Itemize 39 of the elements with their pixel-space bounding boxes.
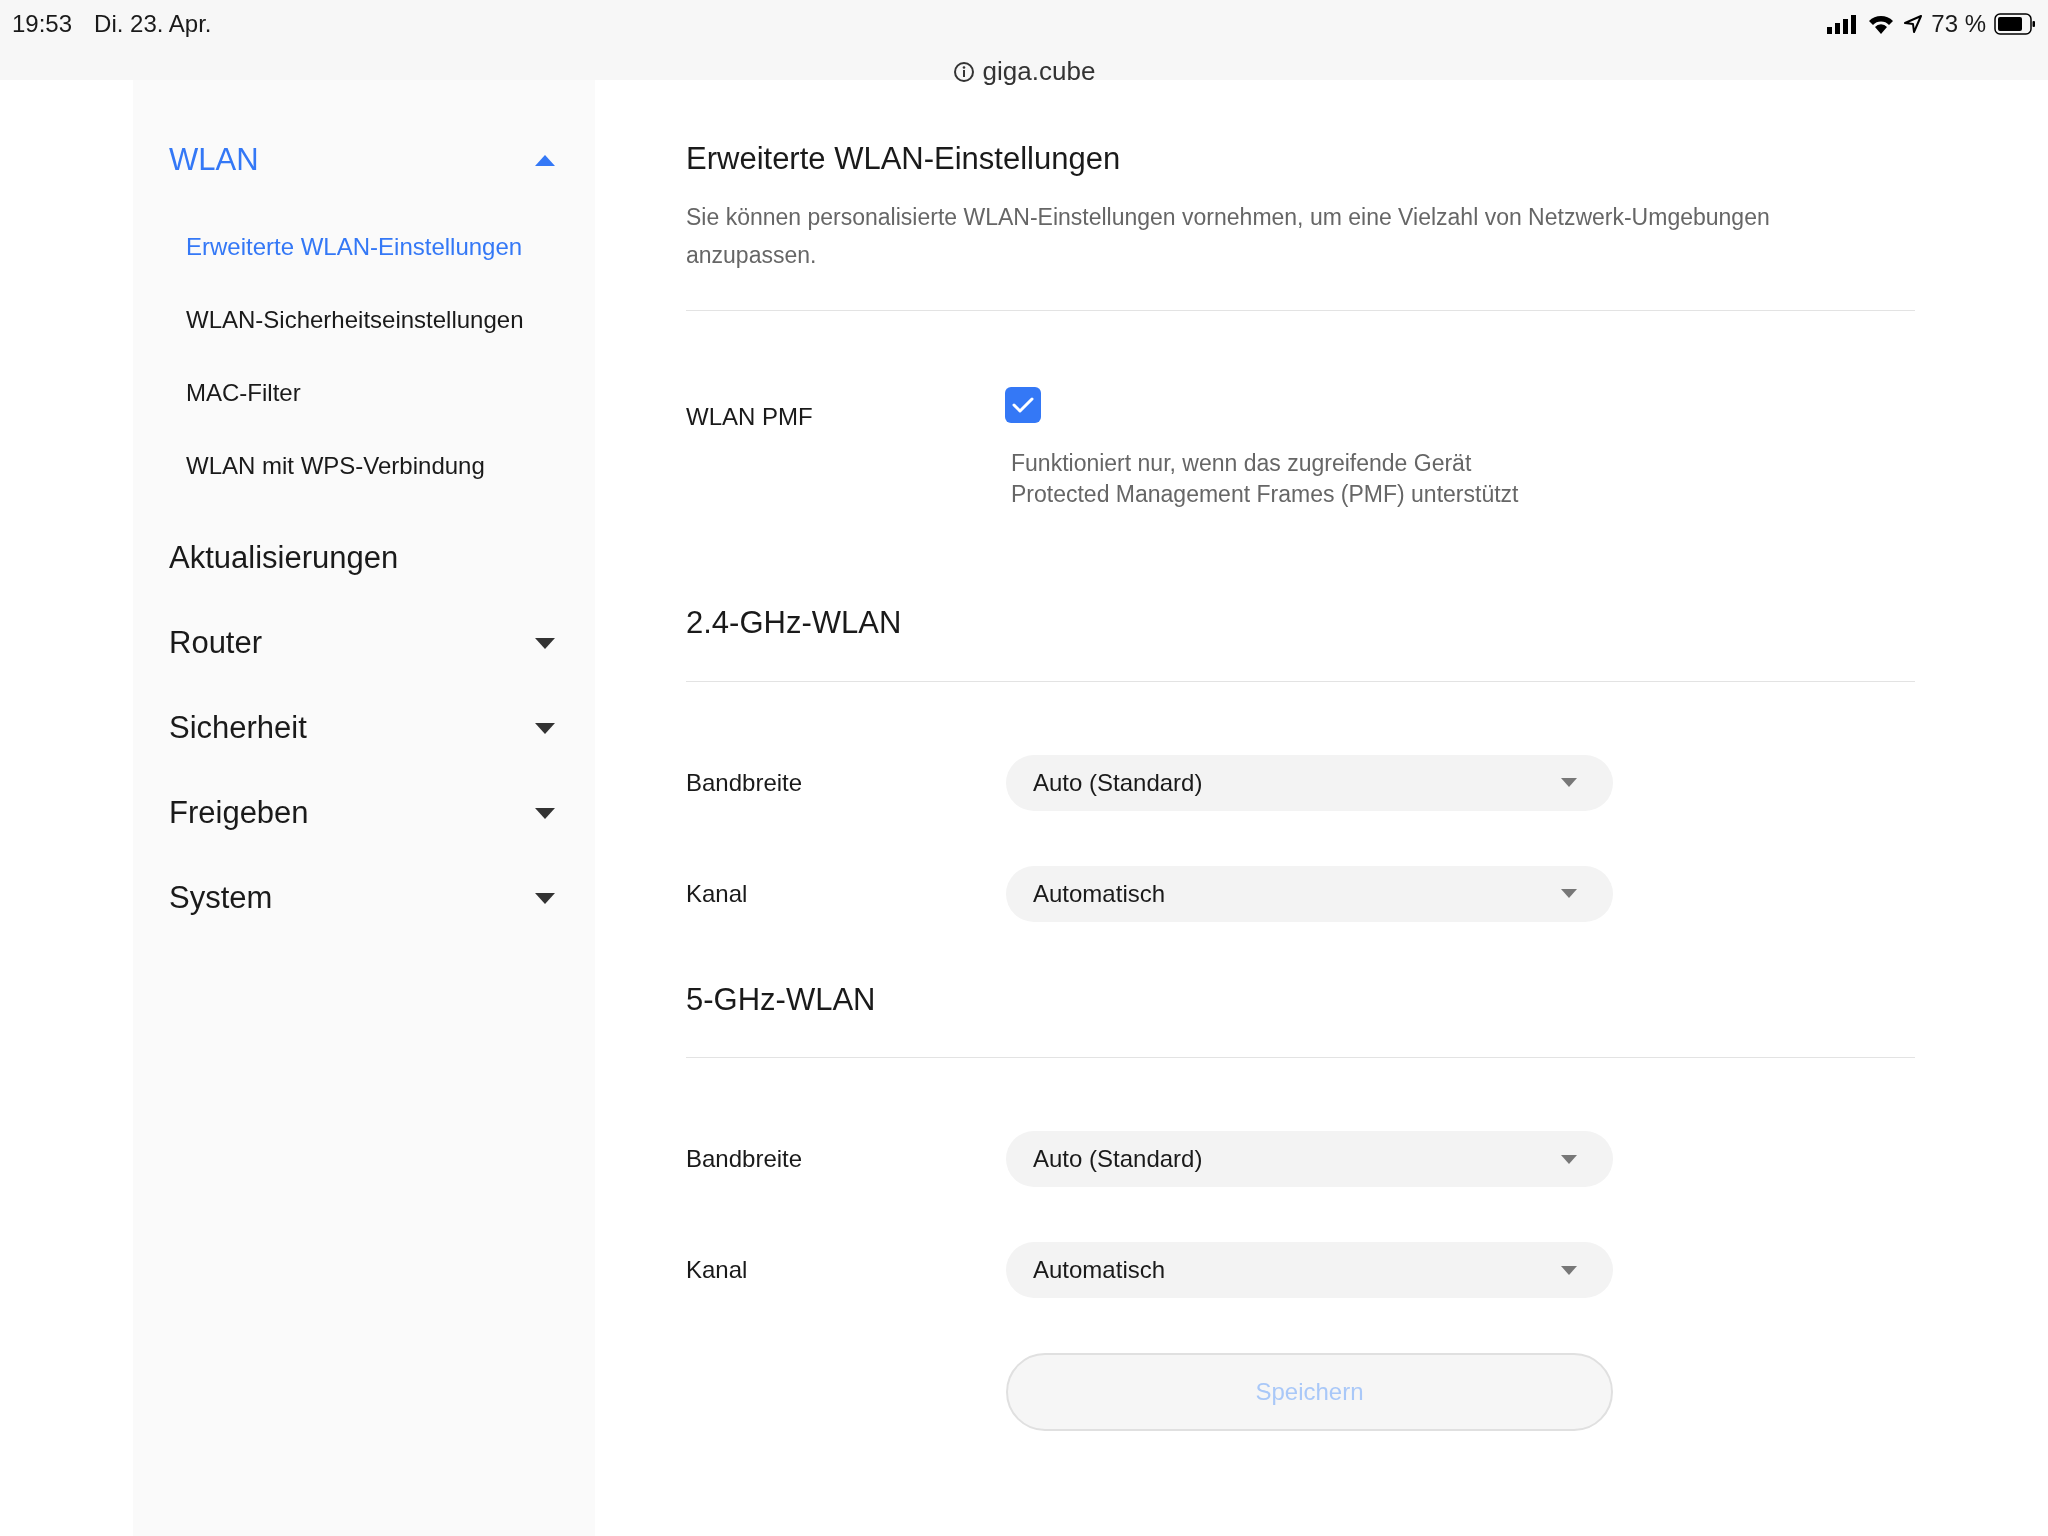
section-title: 2.4-GHz-WLAN [686, 604, 903, 642]
sidebar-item[interactable]: Freigeben [169, 771, 559, 856]
sidebar-subitem[interactable]: MAC-Filter [169, 356, 559, 429]
field-label: Kanal [686, 878, 749, 909]
battery-icon [1994, 13, 2036, 35]
save-button: Speichern [1006, 1353, 1613, 1431]
address-url[interactable]: giga.cube [982, 52, 1096, 91]
sidebar-item[interactable]: Sicherheit [169, 686, 559, 771]
wifi-icon [1867, 13, 1896, 35]
info-icon [952, 60, 975, 83]
page-title: Erweiterte WLAN-Einstellungen [686, 140, 1122, 178]
sidebar-item[interactable]: System [169, 856, 559, 941]
sidebar-item[interactable]: Router [169, 601, 559, 686]
page-description: Sie können personalisierte WLAN-Einstellungen vornehmen, um eine Vielzahl von Netzwerk-Umgebungen anzupassen. [686, 203, 1771, 270]
battery-percent: 73 % [1931, 9, 1986, 39]
sidebar-item[interactable]: WLAN [169, 130, 559, 190]
dropdown[interactable]: Automatisch [1006, 1242, 1613, 1298]
field-label: Bandbreite [686, 767, 804, 798]
status-time: 19:53 [12, 9, 73, 39]
section-title: 5-GHz-WLAN [686, 980, 877, 1019]
sidebar-item[interactable]: Aktualisierungen [169, 516, 559, 601]
sidebar-subitem[interactable]: WLAN mit WPS-Verbindung [169, 429, 559, 502]
pmf-hint: Funktioniert nur, wenn das zugreifende Gerät Protected Management Frames (PMF) unterstützt [1011, 449, 1519, 509]
sidebar-subitem[interactable]: Erweiterte WLAN-Einstellungen [169, 210, 559, 283]
caret-icon [1561, 888, 1577, 899]
pmf-checkbox[interactable] [1005, 387, 1041, 423]
location-arrow-icon [1903, 14, 1924, 34]
caret-icon [1561, 1153, 1577, 1165]
caret-icon [1561, 1264, 1577, 1276]
status-date: Di. 23. Apr. [94, 9, 212, 39]
field-label: Bandbreite [686, 1144, 804, 1174]
field-label: WLAN PMF [686, 402, 814, 432]
field-label: Kanal [686, 1255, 749, 1285]
dropdown[interactable]: Automatisch [1006, 865, 1613, 922]
sidebar-subitem[interactable]: WLAN-Sicherheitseinstellungen [169, 283, 559, 356]
dropdown[interactable]: Auto (Standard) [1006, 1131, 1613, 1187]
checkmark-icon [1012, 397, 1034, 413]
caret-icon [1561, 777, 1577, 788]
dropdown[interactable]: Auto (Standard) [1006, 754, 1613, 811]
